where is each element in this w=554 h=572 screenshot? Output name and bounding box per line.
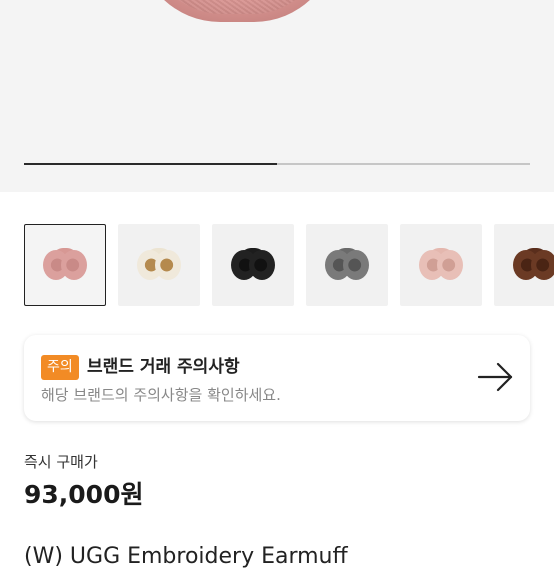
price-value: 93,000원 [24, 480, 144, 509]
brand-notice-card[interactable]: 주의 브랜드 거래 주의사항 해당 브랜드의 주의사항을 확인하세요. [24, 335, 530, 421]
thumbnail-6[interactable] [494, 224, 554, 306]
earmuff-image [231, 248, 275, 282]
arrow-right-icon[interactable] [476, 360, 516, 394]
earmuff-image [137, 248, 181, 282]
earmuff-image [419, 248, 463, 282]
thumbnail-4[interactable] [306, 224, 388, 306]
thumbnail-1[interactable] [24, 224, 106, 306]
gallery-progress-bar [24, 163, 530, 165]
product-title: (W) UGG Embroidery Earmuff [24, 544, 348, 569]
thumbnail-3[interactable] [212, 224, 294, 306]
thumbnail-strip [24, 224, 554, 308]
earmuff-image [325, 248, 369, 282]
notice-badge: 주의 [41, 355, 79, 380]
product-image-gallery[interactable] [0, 0, 554, 192]
notice-title: 브랜드 거래 주의사항 [87, 357, 240, 377]
thumbnail-2[interactable] [118, 224, 200, 306]
gallery-progress-fill [24, 163, 277, 165]
earmuff-image [513, 248, 554, 282]
notice-subtitle: 해당 브랜드의 주의사항을 확인하세요. [41, 386, 281, 404]
product-image [138, 0, 336, 22]
thumbnail-5[interactable] [400, 224, 482, 306]
earmuff-image [43, 248, 87, 282]
price-label: 즉시 구매가 [24, 453, 98, 471]
